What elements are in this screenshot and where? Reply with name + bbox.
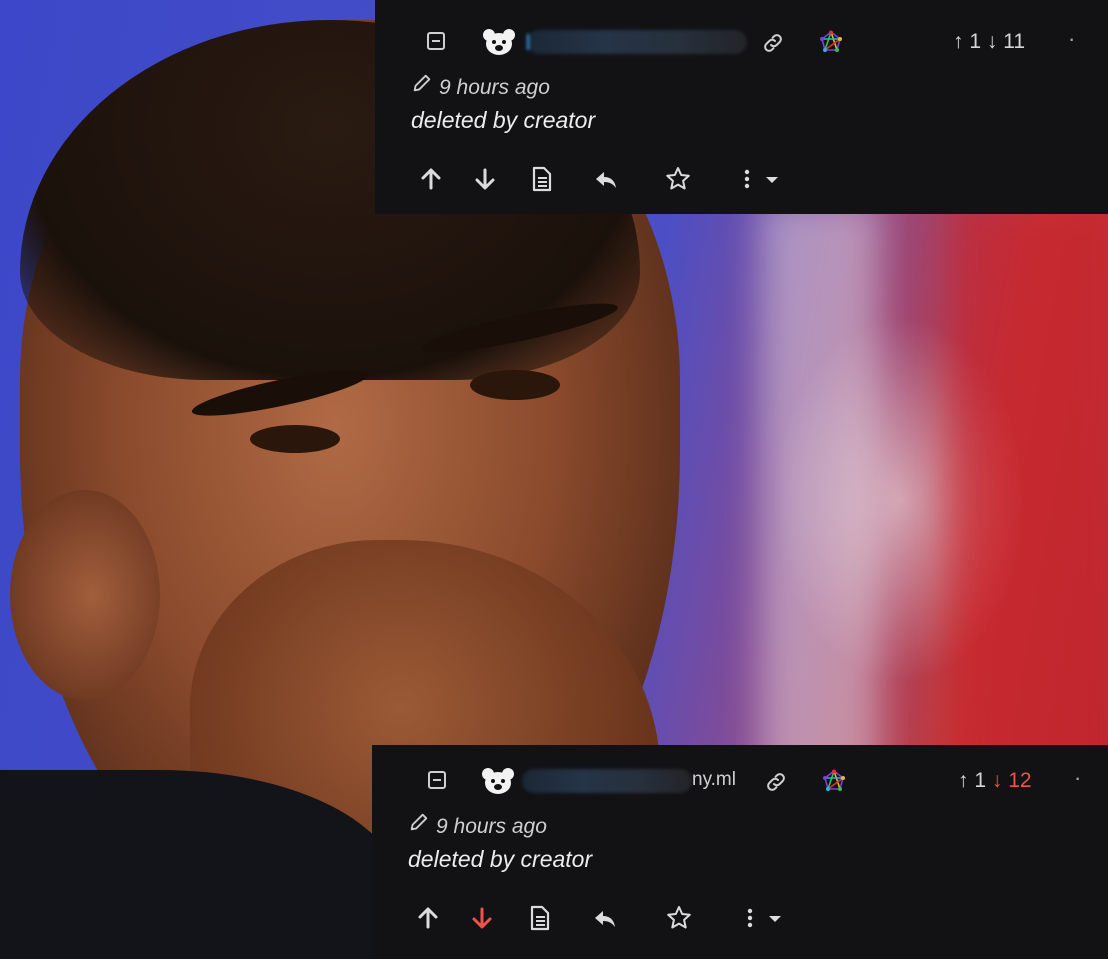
upvote-icon[interactable]: [413, 903, 443, 933]
view-source-icon[interactable]: [524, 903, 554, 933]
comment-body: deleted by creator: [408, 846, 593, 872]
save-star-icon[interactable]: [664, 903, 694, 933]
fediverse-icon[interactable]: [819, 30, 843, 54]
username-suffix[interactable]: ny.ml: [692, 769, 736, 791]
comment-card: ↑ 1 ↓ 11 · 9 hours ago deleted by creato…: [375, 0, 1108, 214]
pencil-icon: [408, 811, 436, 833]
link-icon[interactable]: [761, 31, 785, 55]
comment-card: ny.ml ↑ 1 ↓ 12 · 9 hours ago deleted by …: [372, 745, 1108, 959]
vote-score: ↑ 1 ↓ 12: [958, 769, 1032, 793]
pencil-icon: [411, 72, 439, 94]
downvote-count: 11: [1003, 30, 1026, 53]
downvote-icon[interactable]: [470, 164, 500, 194]
comment-actions: [372, 903, 1108, 937]
comment-header: ny.ml ↑ 1 ↓ 12 ·: [372, 765, 1108, 799]
reply-icon[interactable]: [591, 164, 621, 194]
more-options-icon[interactable]: [738, 903, 788, 933]
link-icon[interactable]: [764, 770, 788, 794]
fediverse-icon[interactable]: [822, 769, 846, 793]
save-star-icon[interactable]: [663, 164, 693, 194]
upvote-count: 1: [974, 769, 987, 792]
comment-header: ↑ 1 ↓ 11 ·: [375, 26, 1108, 60]
more-options-icon[interactable]: [735, 164, 785, 194]
reply-icon[interactable]: [590, 903, 620, 933]
timestamp: 9 hours ago: [439, 76, 550, 99]
comment-actions: [375, 164, 1108, 198]
comment-body: deleted by creator: [411, 107, 596, 133]
bear-avatar-icon[interactable]: [481, 27, 517, 57]
downvote-count: 12: [1008, 769, 1032, 792]
downvote-count-arrow: ↓: [991, 769, 1009, 792]
view-source-icon[interactable]: [526, 164, 556, 194]
vote-score: ↑ 1 ↓ 11: [953, 30, 1025, 54]
upvote-icon[interactable]: [416, 164, 446, 194]
timestamp-row: 9 hours ago: [408, 811, 547, 839]
upvote-count: 1: [969, 30, 982, 53]
downvote-icon[interactable]: [467, 903, 497, 933]
more-dot[interactable]: ·: [1068, 26, 1075, 52]
username-redacted[interactable]: [527, 30, 747, 54]
bear-avatar-icon[interactable]: [480, 766, 516, 796]
collapse-minus-icon[interactable]: [427, 32, 445, 50]
timestamp-row: 9 hours ago: [411, 72, 550, 100]
upvote-count-arrow: ↑: [958, 769, 975, 792]
more-dot[interactable]: ·: [1074, 765, 1081, 791]
collapse-minus-icon[interactable]: [428, 771, 446, 789]
username-redacted[interactable]: [522, 769, 692, 793]
timestamp: 9 hours ago: [436, 815, 547, 838]
upvote-count-arrow: ↑: [953, 30, 970, 53]
downvote-count-arrow: ↓: [986, 30, 1004, 53]
